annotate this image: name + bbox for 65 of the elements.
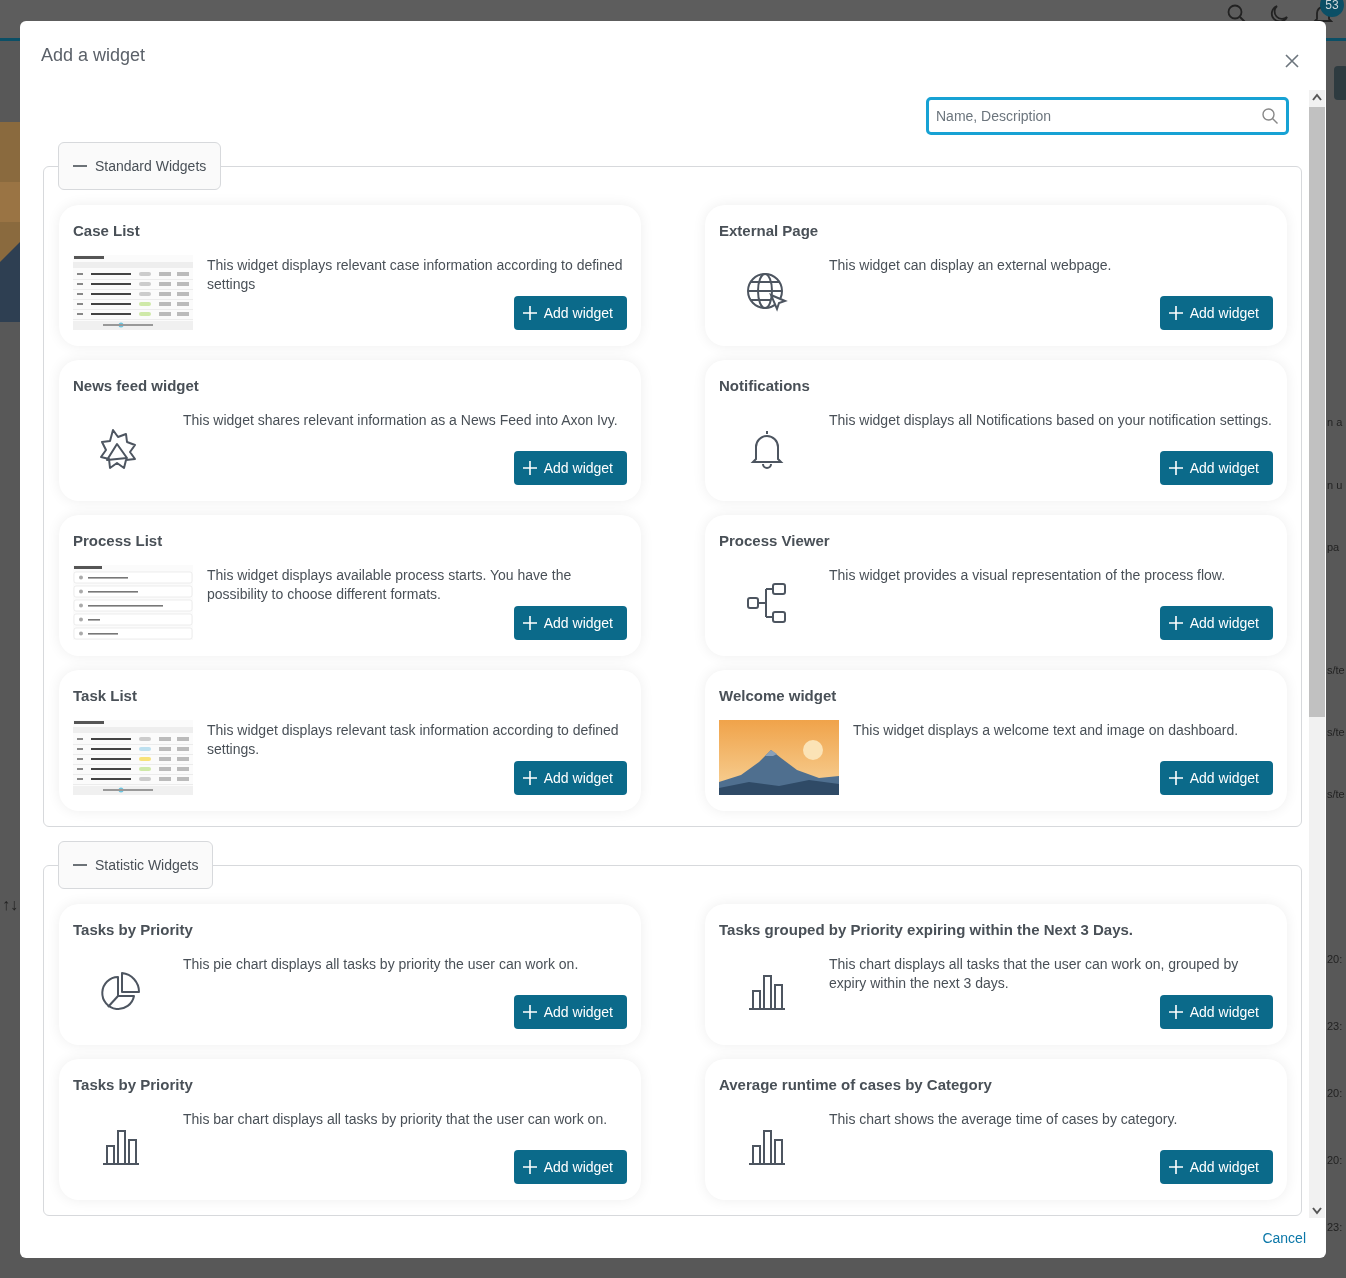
widget-description: This widget displays a welcome text and image on dashboard. [853,721,1240,740]
add-widget-button[interactable]: Add widget [1159,451,1273,485]
widget-title: External Page [719,221,820,241]
widget-title: Process List [73,531,164,551]
widget-title: Tasks by Priority [73,920,194,940]
widget-title: Case List [73,221,141,241]
widget-title: Average runtime of cases by Category [719,1075,993,1095]
plus-icon [521,1004,538,1020]
bar-chart-icon [747,1127,787,1166]
widget-title: Tasks grouped by Priority expiring within the Next 3 Days. [719,920,1134,940]
widget-title: Notifications [719,376,811,396]
close-icon [1285,53,1299,68]
search-icon[interactable] [1227,4,1247,24]
widget-description: This widget displays available process starts. You have the possibility to choose different formats. [207,566,573,604]
add-widget-button[interactable]: Add widget [513,1150,627,1184]
process-flow-icon [745,580,789,625]
widget-title: Welcome widget [719,686,838,706]
widget-description: This pie chart displays all tasks by priority the user can work on. [183,955,580,974]
widget-description: This widget displays all Notifications based on your notification settings. [829,411,1273,430]
widget-description: This widget displays relevant task information according to defined settings. [207,721,620,759]
widget-title: Process Viewer [719,531,831,551]
plus-icon [521,1159,538,1175]
add-widget-button[interactable]: Add widget [513,606,627,640]
add-widget-button[interactable]: Add widget [1159,296,1273,330]
add-widget-button[interactable]: Add widget [1159,1150,1273,1184]
plus-icon [521,460,538,476]
plus-icon [1167,615,1184,631]
plus-icon [1167,1159,1184,1175]
add-widget-button[interactable]: Add widget [1159,995,1273,1029]
add-widget-button[interactable]: Add widget [513,296,627,330]
widget-description: This widget displays relevant case information according to defined settings [207,256,624,294]
widget-description: This widget provides a visual representation of the process flow. [829,566,1227,585]
widget-description: This bar chart displays all tasks by priority that the user can work on. [183,1110,609,1129]
plus-icon [521,615,538,631]
widget-description: This widget shares relevant information as a News Feed into Axon Ivy. [183,411,619,430]
plus-icon [1167,460,1184,476]
scrollbar[interactable] [1309,90,1325,1218]
plus-icon [521,770,538,786]
section-toggle[interactable]: Standard Widgets [58,142,222,190]
bar-chart-icon [101,1127,141,1166]
widget-description: This widget can display an external webpage. [829,256,1113,275]
bar-chart-icon [747,972,787,1011]
plus-icon [1167,1004,1184,1020]
widget-title: Tasks by Priority [73,1075,194,1095]
dialog-title: Add a widget [41,44,146,67]
scroll-down-icon[interactable] [1312,1207,1322,1215]
widget-title: Task List [73,686,138,706]
scroll-up-icon[interactable] [1312,93,1322,101]
add-widget-button[interactable]: Add widget [1159,606,1273,640]
moon-icon[interactable] [1269,4,1289,24]
cancel-link[interactable]: Cancel [1262,1227,1306,1249]
plus-icon [1167,770,1184,786]
widget-description: This chart shows the average time of cases by category. [829,1110,1179,1129]
add-widget-button[interactable]: Add widget [513,761,627,795]
section-toggle[interactable]: Statistic Widgets [58,841,214,889]
plus-icon [521,305,538,321]
widget-description: This chart displays all tasks that the user can work on, grouped by expiry within the next 3 days. [829,955,1240,993]
plus-icon [1167,305,1184,321]
add-widget-button[interactable]: Add widget [513,995,627,1029]
search-icon [1262,108,1278,124]
add-widget-button[interactable]: Add widget [1159,761,1273,795]
search-field[interactable]: Name, Description [926,97,1289,135]
add-widget-button[interactable]: Add widget [513,451,627,485]
widget-title: News feed widget [73,376,200,396]
pie-chart-icon [100,970,142,1013]
